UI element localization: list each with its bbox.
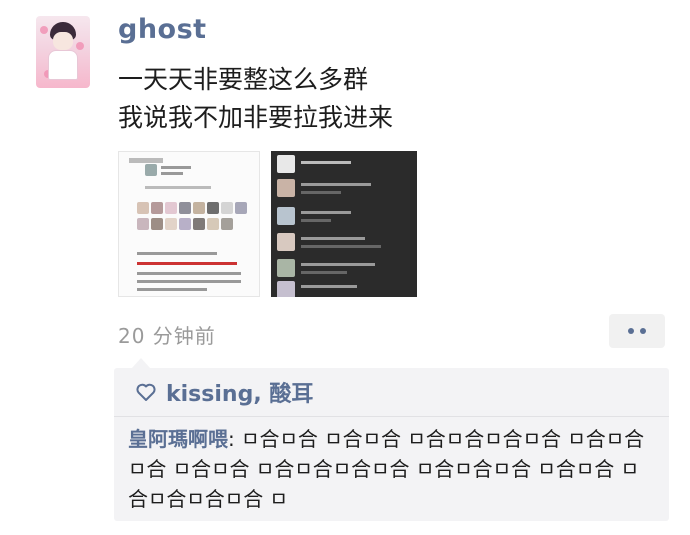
screenshot-line: [137, 252, 217, 255]
comment-author[interactable]: 皇阿瑪啊喂: [128, 427, 228, 451]
screenshot-photo: [193, 202, 205, 214]
screenshot-line: [301, 191, 341, 194]
screenshot-photo: [221, 202, 233, 214]
screenshot-chat-row: [277, 207, 411, 229]
screenshot-photo: [179, 218, 191, 230]
divider: [114, 416, 669, 417]
screenshot-line: [161, 172, 183, 175]
screenshot-photo: [151, 202, 163, 214]
screenshot-photo: [137, 202, 149, 214]
screenshot-photo: [165, 218, 177, 230]
screenshot-chat-row: [277, 233, 411, 255]
screenshot-chat-row: [277, 155, 411, 177]
post-timestamp: 20 分钟前: [118, 324, 216, 348]
screenshot-line: [137, 288, 207, 291]
screenshot-line: [161, 166, 191, 169]
post-text-line-1: 一天天非要整这么多群: [118, 65, 369, 94]
screenshot-chat-row: [277, 281, 411, 297]
screenshot-avatar: [277, 155, 295, 173]
avatar-face: [53, 32, 73, 50]
screenshot-avatar: [145, 164, 157, 176]
screenshot-avatar: [277, 179, 295, 197]
post-username[interactable]: ghost: [118, 14, 207, 45]
screenshot-photo: [221, 218, 233, 230]
screenshot-line: [301, 161, 351, 164]
petal-decoration: [76, 42, 84, 50]
screenshot-line: [145, 186, 211, 189]
post-text-line-2: 我说我不加非要拉我进来: [118, 103, 394, 132]
screenshot-line: [301, 245, 381, 248]
petal-decoration: [40, 26, 48, 34]
interaction-panel: kissing, 酸耳 皇阿瑪啊喂: ㅁ合ㅁ合 ㅁ合ㅁ合 ㅁ合ㅁ合ㅁ合ㅁ合 ㅁ合…: [114, 358, 669, 521]
screenshot-photo: [165, 202, 177, 214]
avatar[interactable]: [36, 16, 90, 88]
screenshot-avatar: [277, 207, 295, 225]
screenshot-line: [301, 211, 351, 214]
screenshot-photo: [193, 218, 205, 230]
screenshot-line: [301, 285, 357, 288]
screenshot-photo: [137, 218, 149, 230]
screenshot-avatar: [277, 281, 295, 297]
screenshot-line: [137, 262, 237, 265]
screenshot-line: [301, 263, 375, 266]
screenshot-chat-row: [277, 259, 411, 281]
screenshot-avatar: [277, 233, 295, 251]
screenshot-chat-row: [277, 179, 411, 201]
likes-names[interactable]: kissing, 酸耳: [166, 382, 313, 407]
screenshot-line: [137, 280, 241, 283]
screenshot-photo: [207, 202, 219, 214]
screenshot-line: [301, 271, 347, 274]
screenshot-photo: [207, 218, 219, 230]
likes-row: kissing, 酸耳: [136, 376, 313, 408]
screenshot-photo: [179, 202, 191, 214]
ellipsis-dot: [640, 328, 646, 334]
post-image-2[interactable]: [271, 151, 417, 297]
screenshot-avatar: [277, 259, 295, 277]
screenshot-line: [301, 237, 365, 240]
screenshot-photo: [151, 218, 163, 230]
screenshot-line: [137, 272, 241, 275]
avatar-body: [48, 50, 78, 80]
screenshot-header: [129, 158, 163, 163]
comment-item[interactable]: 皇阿瑪啊喂: ㅁ合ㅁ合 ㅁ合ㅁ合 ㅁ合ㅁ合ㅁ合ㅁ合 ㅁ合ㅁ合ㅁ合 ㅁ合ㅁ合 ㅁ合…: [128, 424, 658, 514]
screenshot-line: [301, 219, 331, 222]
ellipsis-dot: [628, 328, 634, 334]
screenshot-photo: [235, 202, 247, 214]
screenshot-line: [301, 183, 371, 186]
heart-icon: [136, 382, 158, 407]
post-image-1[interactable]: [118, 151, 260, 297]
more-options-button[interactable]: [609, 314, 665, 348]
